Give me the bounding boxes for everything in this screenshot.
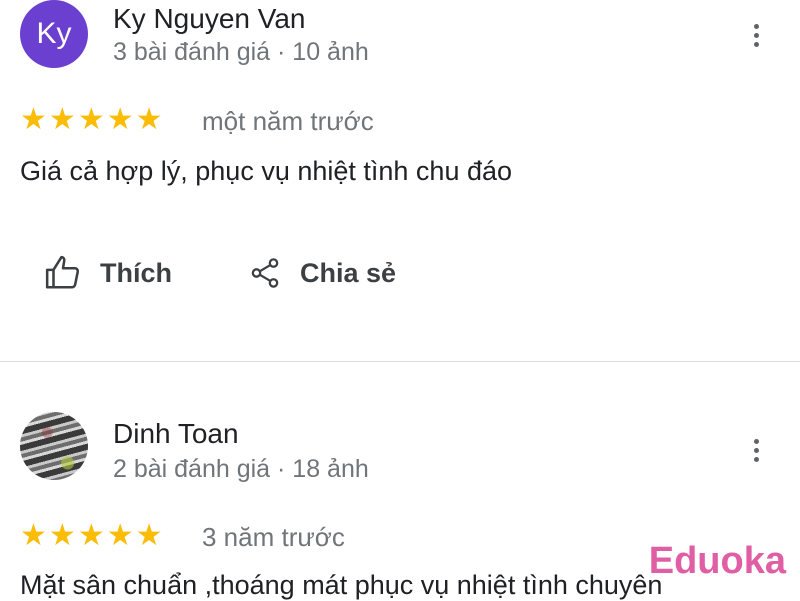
reviewer-name[interactable]: Dinh Toan <box>113 418 239 450</box>
reviewer-meta[interactable]: 2 bài đánh giá · 18 ảnh <box>113 455 369 484</box>
avatar[interactable]: Ky <box>20 0 88 68</box>
star-icon: ★ <box>106 103 134 136</box>
star-icon: ★ <box>106 519 134 552</box>
share-icon <box>251 258 279 288</box>
like-label: Thích <box>100 257 172 288</box>
watermark-logo: Eduoka <box>648 540 786 582</box>
rating-stars: ★ ★ ★ ★ ★ <box>20 105 163 135</box>
reviewer-meta[interactable]: 3 bài đánh giá · 10 ảnh <box>113 38 369 67</box>
share-button[interactable]: Chia sẻ <box>248 254 396 292</box>
star-icon: ★ <box>135 103 163 136</box>
review-time: 3 năm trước <box>202 522 345 552</box>
star-icon: ★ <box>77 103 105 136</box>
divider <box>0 361 800 362</box>
more-vert-icon <box>753 23 759 29</box>
star-icon: ★ <box>20 519 47 552</box>
star-icon: ★ <box>77 519 105 552</box>
like-button[interactable]: Thích <box>44 254 172 292</box>
avatar[interactable] <box>20 412 88 480</box>
more-options-button[interactable] <box>744 432 768 468</box>
rating-stars: ★ ★ ★ ★ ★ <box>20 521 163 551</box>
review-time: một năm trước <box>202 106 374 136</box>
more-vert-icon <box>753 438 759 444</box>
review-text: Mặt sân chuẩn ,thoáng mát phục vụ nhiệt … <box>20 570 663 600</box>
star-icon: ★ <box>48 103 76 136</box>
star-icon: ★ <box>48 519 76 552</box>
avatar-initials: Ky <box>36 17 72 50</box>
reviewer-name[interactable]: Ky Nguyen Van <box>113 3 306 35</box>
share-label: Chia sẻ <box>300 257 397 288</box>
star-icon: ★ <box>20 103 47 136</box>
star-icon: ★ <box>135 519 163 552</box>
thumb-up-icon <box>45 255 80 289</box>
review-text: Giá cả hợp lý, phục vụ nhiệt tình chu đá… <box>20 156 513 186</box>
more-options-button[interactable] <box>744 17 768 53</box>
